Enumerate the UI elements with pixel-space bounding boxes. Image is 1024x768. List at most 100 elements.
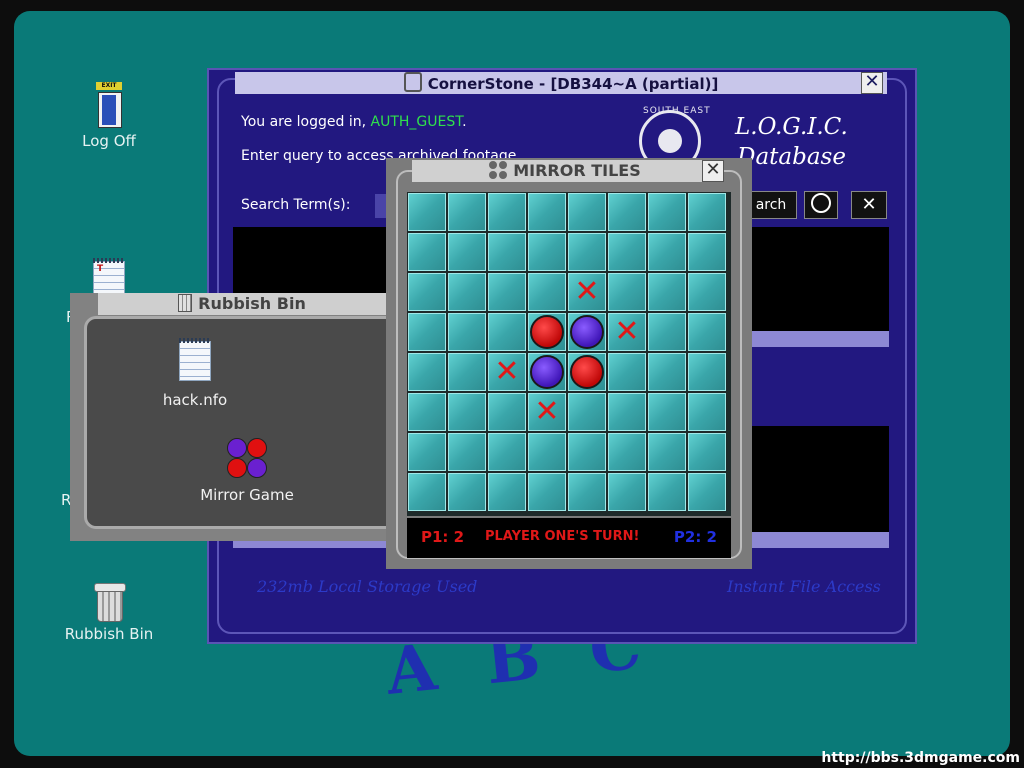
search-button[interactable]: arch bbox=[745, 191, 797, 219]
tools-icon: ✕ bbox=[861, 194, 877, 215]
log-off-icon-button[interactable]: EXIT Log Off bbox=[54, 82, 164, 150]
mirror-game-icon bbox=[489, 161, 508, 179]
valid-move-marker-icon[interactable]: ✕ bbox=[528, 393, 566, 431]
board-tile[interactable] bbox=[488, 313, 526, 351]
board-tile[interactable] bbox=[528, 193, 566, 231]
valid-move-marker-icon[interactable]: ✕ bbox=[608, 313, 646, 351]
board-tile[interactable] bbox=[648, 273, 686, 311]
board-tile[interactable] bbox=[568, 233, 606, 271]
board-tile[interactable] bbox=[408, 353, 446, 391]
board-tile[interactable] bbox=[608, 393, 646, 431]
board-tile[interactable] bbox=[568, 473, 606, 511]
notepad-icon bbox=[179, 338, 211, 381]
player-two-score: P2: 2 bbox=[673, 528, 717, 546]
board-tile[interactable] bbox=[688, 233, 726, 271]
board-tile[interactable] bbox=[448, 473, 486, 511]
board-tile[interactable] bbox=[608, 433, 646, 471]
board-tile[interactable] bbox=[608, 233, 646, 271]
board-tile[interactable] bbox=[568, 433, 606, 471]
board-tile[interactable] bbox=[408, 473, 446, 511]
hack-nfo-label: hack.nfo bbox=[162, 391, 228, 409]
trash-can-icon bbox=[94, 583, 126, 622]
logic-logo-line2: Database bbox=[737, 144, 846, 170]
game-board: ✕ ✕ ✕ ✕ bbox=[407, 192, 731, 516]
board-tile[interactable] bbox=[568, 193, 606, 231]
board-tile[interactable] bbox=[688, 433, 726, 471]
rubbish-bin-icon-button[interactable]: Rubbish Bin bbox=[54, 583, 164, 643]
mirror-game-file[interactable]: Mirror Game bbox=[187, 438, 307, 504]
board-tile[interactable] bbox=[648, 193, 686, 231]
exit-badge: EXIT bbox=[96, 82, 122, 90]
mirror-tiles-window: MIRROR TILES ✕ ✕ ✕ ✕ ✕ P1: 2 PLAYER ONE'S T… bbox=[386, 158, 752, 569]
board-tile[interactable] bbox=[688, 193, 726, 231]
rubbish-bin-title-bar[interactable]: Rubbish Bin bbox=[98, 293, 386, 315]
board-tile[interactable] bbox=[688, 393, 726, 431]
board-tile[interactable] bbox=[608, 473, 646, 511]
board-tile[interactable] bbox=[528, 473, 566, 511]
board-tile[interactable] bbox=[488, 473, 526, 511]
board-tile[interactable] bbox=[568, 393, 606, 431]
valid-move-marker-icon[interactable]: ✕ bbox=[568, 273, 606, 311]
board-tile[interactable] bbox=[448, 433, 486, 471]
exit-door-icon: EXIT bbox=[96, 82, 122, 128]
rubbish-bin-label: Rubbish Bin bbox=[64, 625, 154, 643]
board-tile[interactable] bbox=[448, 273, 486, 311]
cornerstone-close-button[interactable]: ✕ bbox=[861, 72, 883, 94]
board-tile[interactable] bbox=[688, 353, 726, 391]
board-tile[interactable] bbox=[408, 273, 446, 311]
clock-icon bbox=[811, 193, 831, 213]
board-tile[interactable] bbox=[488, 273, 526, 311]
close-icon: ✕ bbox=[705, 159, 721, 180]
board-tile[interactable] bbox=[608, 273, 646, 311]
board-tile[interactable] bbox=[448, 233, 486, 271]
board-tile[interactable] bbox=[408, 233, 446, 271]
board-tile[interactable] bbox=[488, 233, 526, 271]
watermark: http://bbs.3dmgame.com bbox=[821, 750, 1020, 766]
board-tile[interactable] bbox=[528, 273, 566, 311]
board-tile[interactable] bbox=[488, 433, 526, 471]
cornerstone-app-icon bbox=[403, 72, 422, 92]
board-tile[interactable] bbox=[608, 353, 646, 391]
board-tile[interactable] bbox=[488, 393, 526, 431]
board-tile[interactable] bbox=[408, 313, 446, 351]
purple-game-piece bbox=[570, 315, 604, 349]
red-game-piece bbox=[570, 355, 604, 389]
board-tile[interactable] bbox=[648, 313, 686, 351]
board-tile[interactable] bbox=[408, 393, 446, 431]
board-tile[interactable] bbox=[528, 233, 566, 271]
logic-logo-line1: L.O.G.I.C. bbox=[735, 114, 848, 140]
mirror-tiles-close-button[interactable]: ✕ bbox=[702, 160, 724, 182]
board-tile[interactable] bbox=[648, 433, 686, 471]
board-tile[interactable] bbox=[688, 313, 726, 351]
purple-game-piece bbox=[530, 355, 564, 389]
tools-button[interactable]: ✕ bbox=[851, 191, 887, 219]
board-tile[interactable] bbox=[448, 353, 486, 391]
board-tile[interactable] bbox=[648, 233, 686, 271]
mirror-tiles-title-bar[interactable]: MIRROR TILES bbox=[412, 160, 718, 182]
mirror-tiles-title: MIRROR TILES bbox=[513, 161, 641, 180]
emblem-text: SOUTH EAST bbox=[643, 106, 711, 116]
board-tile[interactable] bbox=[608, 193, 646, 231]
valid-move-marker-icon[interactable]: ✕ bbox=[488, 353, 526, 391]
rubbish-bin-window-title: Rubbish Bin bbox=[198, 294, 306, 313]
board-tile[interactable] bbox=[448, 193, 486, 231]
board-tile[interactable] bbox=[528, 433, 566, 471]
mirror-game-label: Mirror Game bbox=[200, 486, 294, 504]
board-tile[interactable] bbox=[448, 313, 486, 351]
board-tile[interactable] bbox=[648, 473, 686, 511]
board-tile[interactable] bbox=[688, 273, 726, 311]
cornerstone-title: CornerStone - [DB344~A (partial)] bbox=[427, 75, 719, 93]
board-tile[interactable] bbox=[648, 393, 686, 431]
cornerstone-title-bar[interactable]: CornerStone - [DB344~A (partial)] bbox=[235, 72, 887, 94]
trash-can-icon bbox=[178, 294, 193, 312]
history-button[interactable] bbox=[804, 191, 838, 219]
mirror-game-icon bbox=[227, 438, 267, 478]
board-tile[interactable] bbox=[408, 193, 446, 231]
board-tile[interactable] bbox=[408, 433, 446, 471]
board-tile[interactable] bbox=[688, 473, 726, 511]
board-tile[interactable] bbox=[448, 393, 486, 431]
board-tile[interactable] bbox=[488, 193, 526, 231]
board-tile[interactable] bbox=[648, 353, 686, 391]
red-game-piece bbox=[530, 315, 564, 349]
hack-nfo-file[interactable]: hack.nfo bbox=[135, 338, 255, 409]
